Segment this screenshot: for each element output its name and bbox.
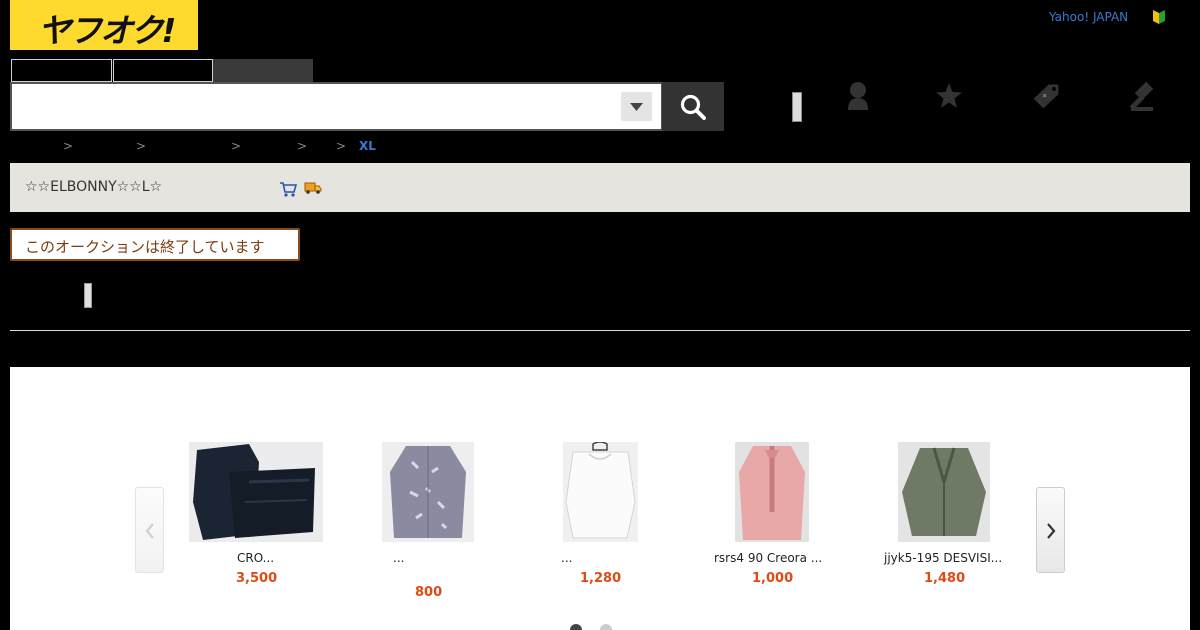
- notification-bar[interactable]: [792, 92, 802, 122]
- item-thumbnail[interactable]: [382, 442, 474, 542]
- carousel-next-button[interactable]: [1036, 487, 1065, 573]
- breadcrumb-current[interactable]: XL: [359, 139, 376, 153]
- chevron-left-icon: [145, 523, 154, 539]
- yahoo-japan-link[interactable]: Yahoo! JAPAN: [1049, 10, 1128, 24]
- seller-bar: ☆☆ELBONNY☆☆L☆: [10, 163, 1190, 212]
- search-button[interactable]: [662, 82, 724, 131]
- item-title[interactable]: rsrs4 90 Creora ...: [714, 551, 822, 565]
- item-title[interactable]: ...: [561, 551, 572, 565]
- breadcrumb-separator: >: [63, 139, 74, 153]
- yahuoku-logo[interactable]: ヤフオク!: [10, 0, 198, 50]
- search-box: [10, 82, 663, 131]
- item-thumbnail[interactable]: [735, 442, 809, 542]
- search-input[interactable]: [18, 92, 618, 121]
- pagination-dot-active[interactable]: [570, 624, 582, 630]
- item-title[interactable]: ...: [393, 551, 404, 565]
- seller-name[interactable]: ☆☆ELBONNY☆☆L☆: [25, 179, 162, 195]
- auction-ended-text: このオークションは終了しています: [25, 238, 265, 256]
- pagination-dot[interactable]: [600, 624, 612, 630]
- tag-icon[interactable]: [1031, 80, 1061, 112]
- logo-text: ヤフオク!: [38, 11, 176, 50]
- small-indicator: [84, 283, 92, 308]
- chevron-down-icon: [630, 103, 643, 111]
- search-tab-2[interactable]: [113, 59, 213, 82]
- item-price: 1,000: [752, 571, 794, 586]
- item-price: 1,480: [924, 571, 966, 586]
- breadcrumb-separator: >: [336, 139, 347, 153]
- item-thumbnail[interactable]: [898, 442, 990, 542]
- auction-ended-banner: このオークションは終了しています: [10, 228, 300, 261]
- search-tab-3[interactable]: [213, 59, 313, 82]
- item-title[interactable]: jjyk5-195 DESVISI...: [884, 551, 1002, 565]
- search-icon: [680, 94, 706, 120]
- carousel-prev-button[interactable]: [135, 487, 164, 573]
- divider: [10, 330, 1190, 331]
- item-price: 1,280: [580, 571, 622, 586]
- cart-icon: [280, 182, 297, 197]
- search-tab-1[interactable]: [11, 59, 112, 82]
- item-thumbnail[interactable]: [563, 442, 638, 542]
- category-dropdown[interactable]: [621, 92, 652, 121]
- user-icon[interactable]: [843, 80, 873, 112]
- breadcrumb-separator: >: [297, 139, 308, 153]
- truck-icon: [304, 182, 322, 194]
- gavel-icon[interactable]: [1127, 80, 1157, 112]
- recommended-carousel: CRO... 3,500 ... 800 ... 1,280 rsrs4 90 …: [10, 367, 1190, 630]
- star-icon[interactable]: [934, 80, 964, 112]
- item-title[interactable]: CRO...: [237, 551, 274, 565]
- item-price: 800: [415, 585, 443, 600]
- chevron-right-icon: [1047, 523, 1056, 539]
- breadcrumb-separator: >: [231, 139, 242, 153]
- beginner-mark-icon: [1153, 10, 1165, 24]
- item-thumbnail[interactable]: [189, 442, 323, 542]
- item-price: 3,500: [236, 571, 278, 586]
- breadcrumb-separator: >: [136, 139, 147, 153]
